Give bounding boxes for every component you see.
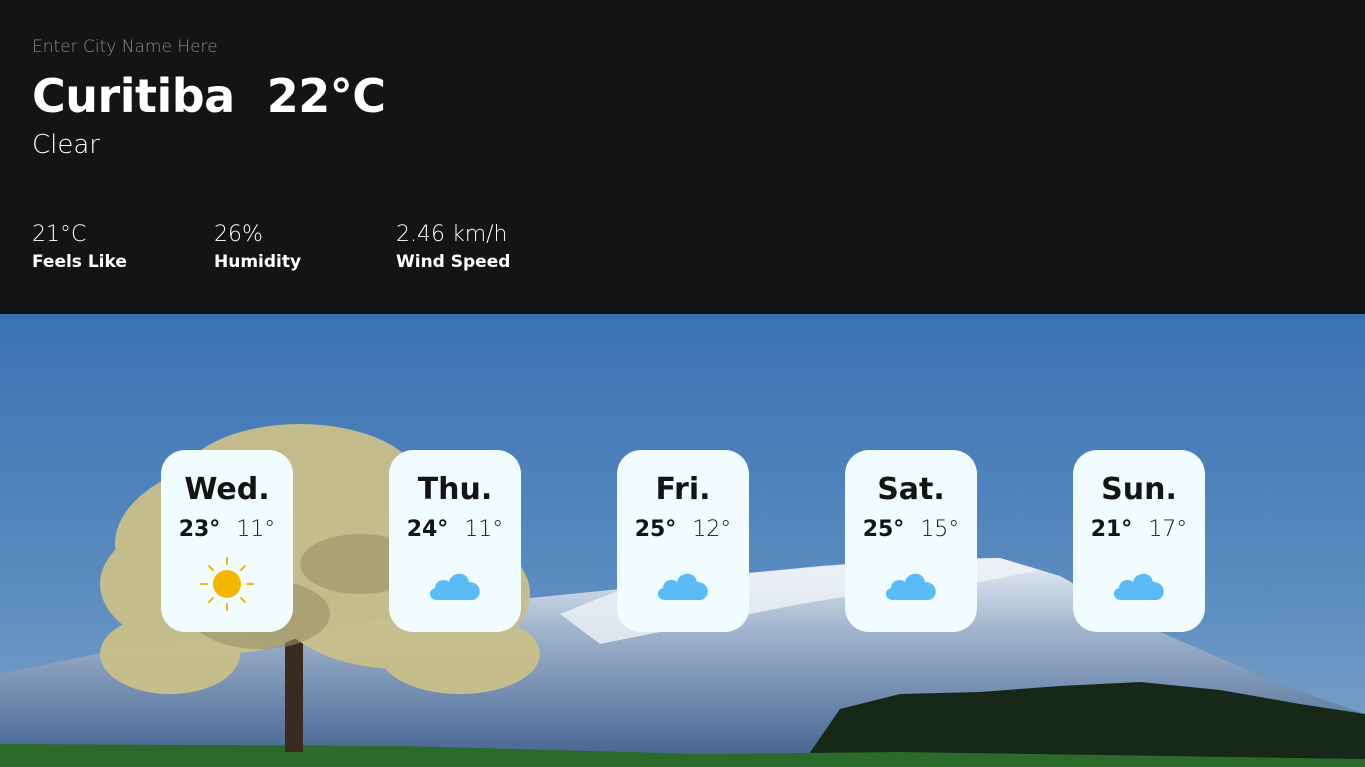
- forecast-high: 23°: [178, 517, 221, 542]
- current-temperature: 22°C: [266, 69, 386, 123]
- cloud-icon: [429, 573, 480, 600]
- feels-like-label: Feels Like: [32, 252, 127, 272]
- forecast-day: Wed.: [184, 472, 270, 507]
- feels-like-value: 21°C: [32, 222, 87, 247]
- city-name: Curitiba: [32, 69, 235, 123]
- forecast-low: 15°: [920, 517, 960, 542]
- forecast-high: 25°: [862, 517, 905, 542]
- cloud-icon: [885, 573, 936, 600]
- forecast-day: Fri.: [655, 472, 711, 507]
- forecast-card-thu: Thu. 24° 11°: [389, 450, 521, 632]
- humidity-value: 26%: [214, 222, 263, 247]
- forecast-high: 24°: [406, 517, 449, 542]
- forecast-temps: 24° 11°: [407, 516, 504, 544]
- current-weather-panel: Curitiba 22°C Clear 21°C Feels Like 26% …: [0, 0, 1365, 314]
- forecast-card-sat: Sat. 25° 15°: [845, 450, 977, 632]
- stat-humidity: 26% Humidity: [214, 220, 396, 272]
- wind-speed-label: Wind Speed: [396, 252, 511, 272]
- cloud-icon: [1113, 573, 1164, 600]
- weather-condition: Clear: [32, 130, 100, 160]
- forecast-temps: 23° 11°: [179, 516, 276, 544]
- stats-row: 21°C Feels Like 26% Humidity 2.46 km/h W…: [32, 220, 578, 272]
- forecast-day: Sun.: [1101, 472, 1177, 507]
- forecast-low: 12°: [692, 517, 732, 542]
- cloud-icon: [657, 573, 708, 600]
- forecast-card-fri: Fri. 25° 12°: [617, 450, 749, 632]
- forecast-temps: 25° 15°: [863, 516, 960, 544]
- forecast-low: 17°: [1148, 517, 1188, 542]
- forecast-day: Sat.: [877, 472, 945, 507]
- forecast-low: 11°: [464, 517, 504, 542]
- wind-speed-value: 2.46 km/h: [396, 222, 508, 247]
- sun-icon: [200, 557, 254, 611]
- humidity-label: Humidity: [214, 252, 302, 272]
- forecast-list: Wed. 23° 11° Thu. 24° 11° Fri. 25° 12° S…: [161, 450, 1205, 632]
- forecast-card-wed: Wed. 23° 11°: [161, 450, 293, 632]
- stat-feels-like: 21°C Feels Like: [32, 220, 214, 272]
- forecast-high: 25°: [634, 517, 677, 542]
- title-row: Curitiba 22°C: [32, 66, 386, 126]
- stat-wind-speed: 2.46 km/h Wind Speed: [396, 220, 578, 272]
- forecast-low: 11°: [236, 517, 276, 542]
- forecast-day: Thu.: [417, 472, 493, 507]
- forecast-card-sun: Sun. 21° 17°: [1073, 450, 1205, 632]
- city-search-input[interactable]: [32, 34, 352, 60]
- forecast-temps: 21° 17°: [1091, 516, 1188, 544]
- forecast-temps: 25° 12°: [635, 516, 732, 544]
- forecast-high: 21°: [1090, 517, 1133, 542]
